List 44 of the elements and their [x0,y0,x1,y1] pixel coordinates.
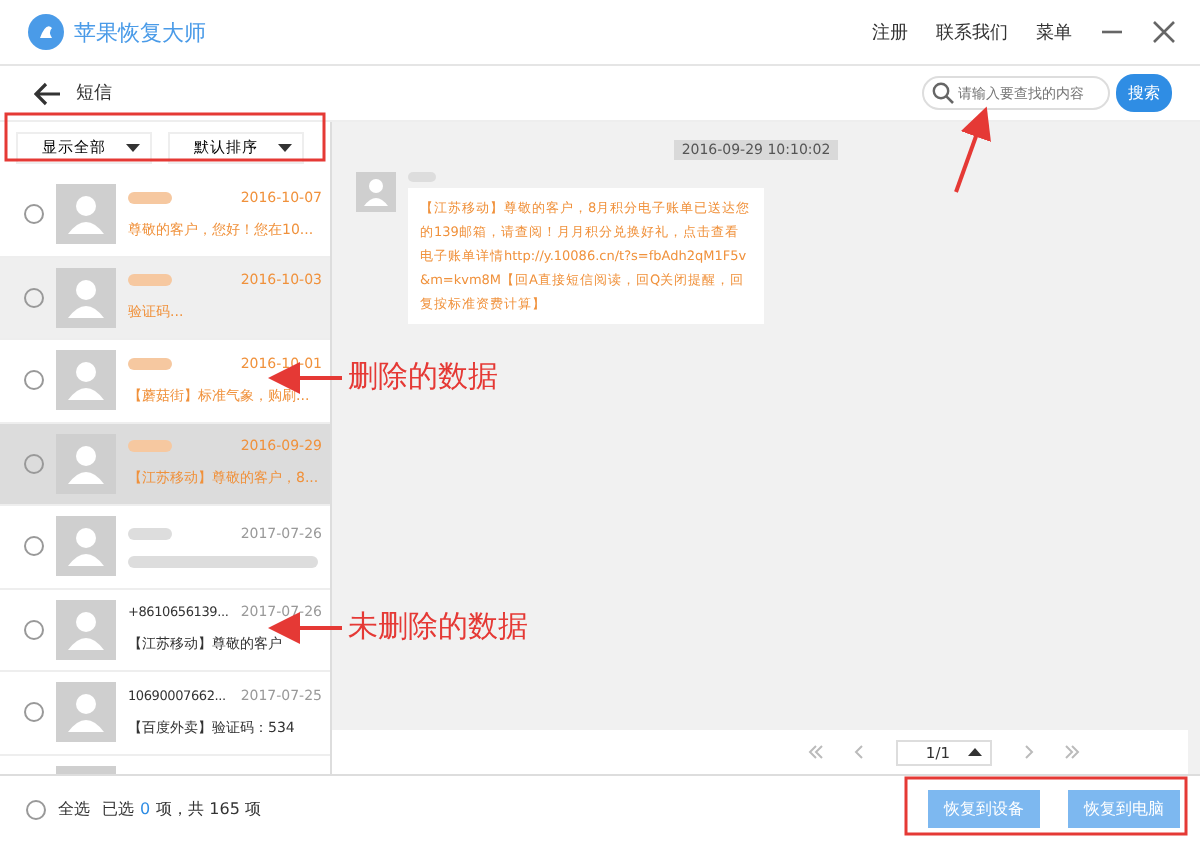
next-page-icon[interactable] [1020,744,1036,760]
radio-button[interactable] [24,619,44,640]
total-count: 项，共 165 项 [156,798,261,820]
avatar-icon [56,516,116,577]
blurred-name [128,527,172,540]
radio-button[interactable] [24,536,44,557]
caret-up-icon [968,748,982,756]
radio-button[interactable] [24,453,44,474]
caret-icon [126,144,140,152]
selected-count: 0 [140,800,151,818]
radio-button[interactable] [24,702,44,723]
blurred-name [128,357,172,370]
page-title: 短信 [76,81,112,106]
menu-link[interactable]: 注册 [872,19,908,45]
annotation-label: 未删除的数据 [348,608,528,646]
radio-button[interactable] [24,204,44,225]
avatar-icon [356,172,396,212]
blurred-name [128,440,172,453]
selected-label: 已选 [102,798,134,820]
annotation-arrow [954,106,991,193]
select-all-label[interactable]: 全选 [58,798,90,820]
radio-button[interactable] [24,287,44,308]
select-all-radio[interactable] [26,799,46,819]
avatar-icon [56,350,116,411]
radio-button[interactable] [24,370,44,391]
avatar-icon [56,682,116,743]
previous-page-icon[interactable] [851,744,868,760]
search-icon [932,82,954,104]
close-icon[interactable] [1152,20,1176,44]
avatar-icon [56,184,116,245]
menu-link[interactable]: 菜单 [1036,19,1072,45]
avatar-icon [56,267,116,328]
logo-icon [28,14,64,50]
avatar-icon [56,433,116,494]
blurred-name [128,274,172,287]
blurred-name [128,191,172,204]
menu-link[interactable]: 联系我们 [936,19,1008,45]
caret-icon [278,144,292,152]
back-arrow-icon[interactable] [34,81,62,105]
last-page-icon[interactable] [1064,744,1080,760]
annotation-label: 删除的数据 [348,358,498,396]
app-title: 苹果恢复大师 [74,17,206,47]
avatar-icon [56,599,116,660]
first-page-icon[interactable] [807,744,824,760]
